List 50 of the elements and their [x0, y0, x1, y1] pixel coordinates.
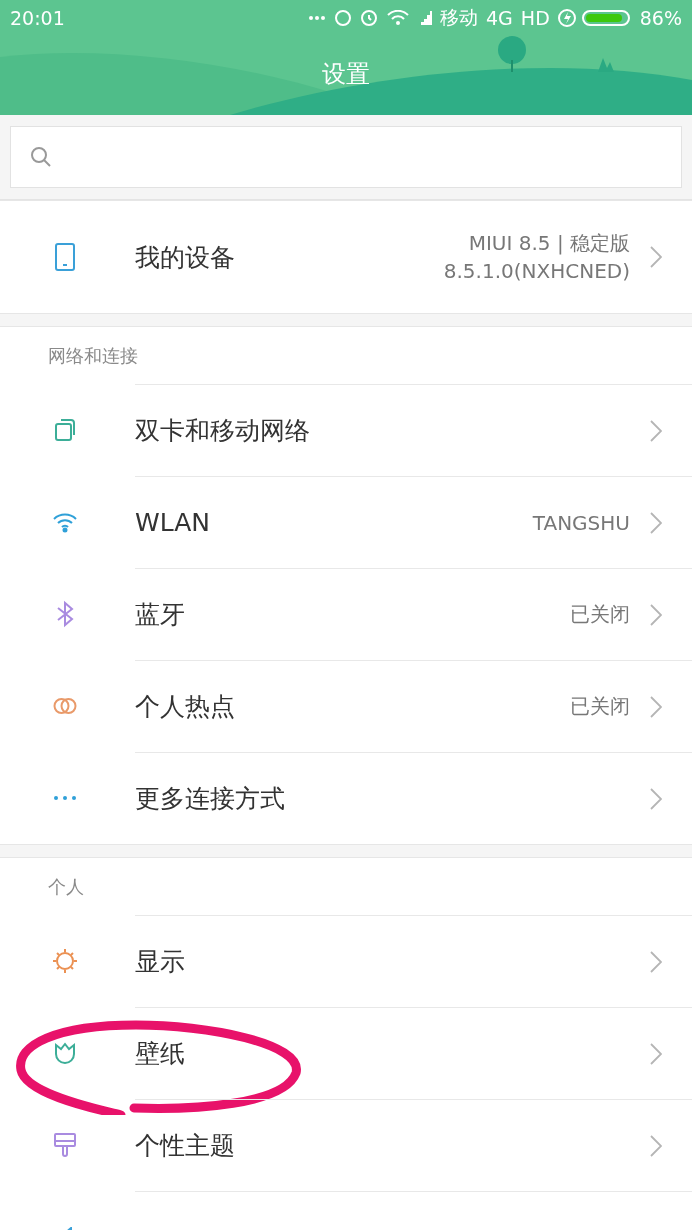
chevron-icon [650, 787, 662, 810]
sync-icon [334, 9, 353, 27]
setting-label: 双卡和移动网络 [135, 415, 311, 447]
settings-row[interactable]: 我的设备 MIUI 8.5 | 稳定版 8.5.1.0(NXHCNED) [0, 201, 692, 313]
chevron-icon [650, 1134, 662, 1157]
section-title: 网络和连接 [47, 343, 139, 368]
signal-icon [418, 11, 433, 25]
settings-row[interactable]: 个性主题 [0, 1099, 692, 1191]
setting-value: MIUI 8.5 | 稳定版 [468, 230, 630, 257]
network-label: 4G [486, 7, 513, 29]
setting-label: 显示 [135, 946, 186, 978]
setting-label: 个性主题 [135, 1130, 236, 1162]
chevron-icon [650, 950, 662, 973]
carrier-label: 移动 [440, 5, 479, 30]
wifi-icon [386, 10, 411, 26]
setting-value: TANGSHU [532, 510, 630, 535]
page-title: 设置 [322, 59, 370, 90]
more-dots-icon [308, 15, 327, 21]
chevron-icon [650, 695, 662, 718]
setting-value: 已关闭 [570, 601, 630, 628]
chevron-icon [650, 246, 662, 268]
settings-row[interactable]: 壁纸 [0, 1007, 692, 1099]
dots-icon [52, 795, 77, 801]
settings-row[interactable]: 蓝牙 已关闭 [0, 568, 692, 660]
setting-value: 8.5.1.0(NXHCNED) [443, 258, 630, 285]
setting-label: 蓝牙 [135, 599, 186, 631]
alarm-icon [360, 9, 379, 27]
settings-row[interactable]: 个人热点 已关闭 [0, 660, 692, 752]
settings-row[interactable]: WLAN TANGSHU [0, 476, 692, 568]
settings-row[interactable]: 更多连接方式 [0, 752, 692, 844]
setting-value: 已关闭 [570, 693, 630, 720]
search-icon [29, 145, 53, 169]
status-time: 20:01 [10, 7, 65, 29]
chevron-icon [650, 511, 662, 534]
setting-label: 个人热点 [135, 691, 236, 723]
battery-icon [557, 8, 632, 28]
setting-label: 壁纸 [135, 1038, 186, 1070]
setting-label: 更多连接方式 [135, 783, 286, 815]
setting-label: 我的设备 [135, 241, 236, 274]
chevron-icon [650, 603, 662, 626]
search-field[interactable] [10, 126, 682, 188]
settings-row[interactable]: 显示 [0, 915, 692, 1007]
battery-percent: 86% [639, 7, 682, 29]
chevron-icon [650, 419, 662, 442]
settings-row[interactable]: 双卡和移动网络 [0, 384, 692, 476]
sun-icon [50, 946, 79, 976]
chevron-icon [650, 1042, 662, 1065]
hd-label: HD [520, 7, 550, 29]
section-title: 个人 [47, 874, 85, 899]
setting-label: WLAN [135, 508, 212, 537]
